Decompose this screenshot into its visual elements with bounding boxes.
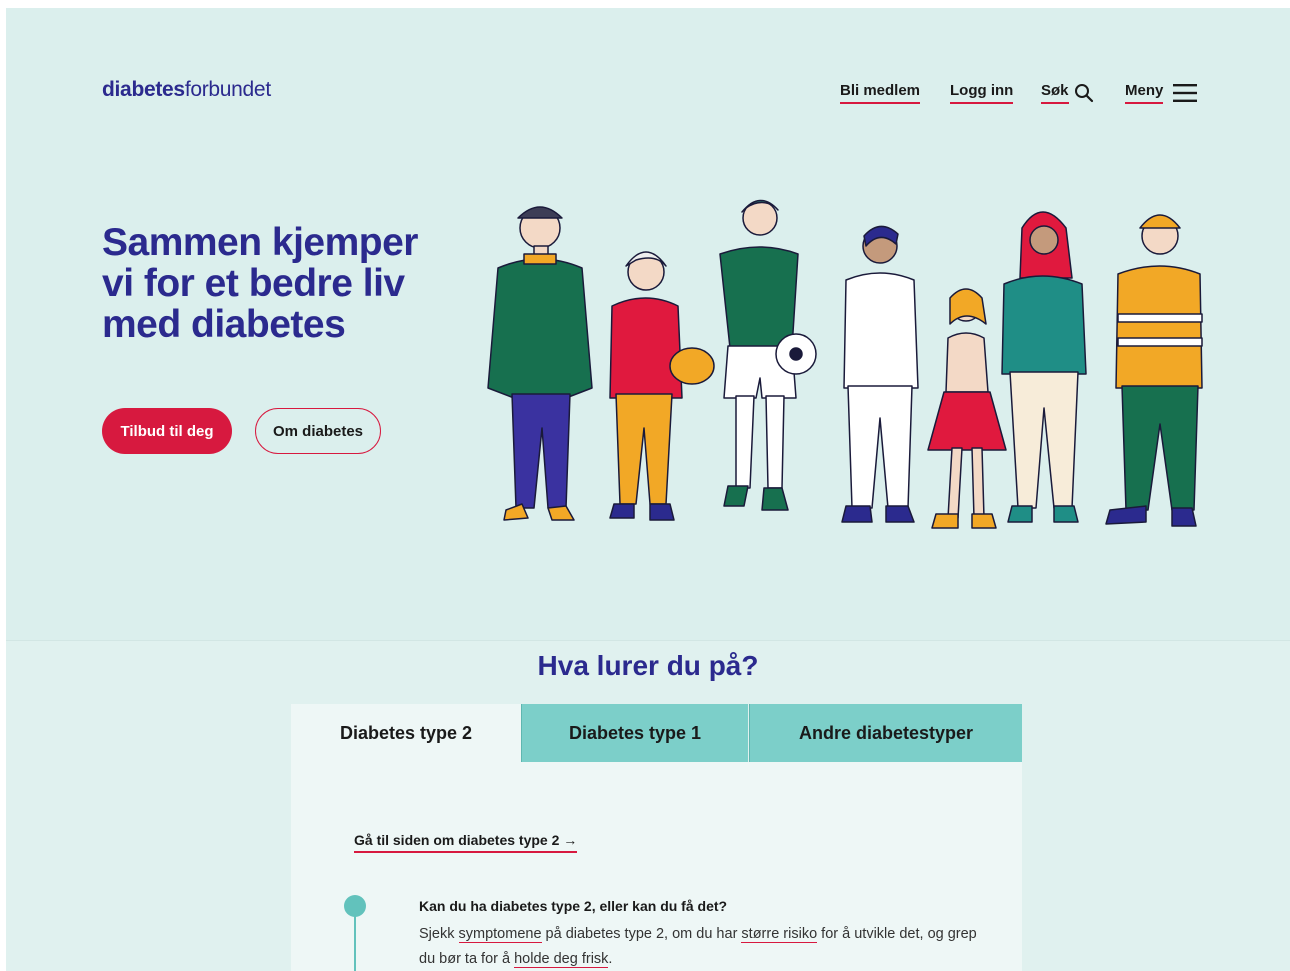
search-icon[interactable]: [1074, 83, 1094, 103]
section-title: Hva lurer du på?: [537, 650, 759, 681]
diabetes-type-tabs: Diabetes type 2 Diabetes type 1 Andre di…: [291, 704, 1022, 762]
about-diabetes-button[interactable]: Om diabetes: [255, 408, 381, 454]
search-link[interactable]: Søk: [1041, 82, 1069, 104]
person-young-man: [669, 199, 817, 511]
offers-button[interactable]: Tilbud til deg: [102, 408, 232, 454]
tab-diabetes-type-2[interactable]: Diabetes type 2: [291, 704, 521, 762]
body-text-4: .: [608, 951, 613, 967]
hero-title: Sammen kjemper vi for et bedre liv med d…: [102, 221, 419, 346]
login-link[interactable]: Logg inn: [950, 82, 1014, 104]
people-illustration: [487, 199, 1203, 529]
tab-diabetes-type-1[interactable]: Diabetes type 1: [521, 704, 748, 762]
person-woman-hijab: [1001, 211, 1087, 523]
menu-link[interactable]: Meny: [1125, 82, 1164, 104]
person-older-woman: [609, 251, 683, 521]
timeline-line: [354, 915, 356, 971]
tab-other-diabetes-types[interactable]: Andre diabetestyper: [749, 704, 1022, 762]
timeline-dot: [344, 895, 366, 917]
symptoms-link[interactable]: symptomene: [458, 926, 542, 943]
higher-risk-link[interactable]: større risiko: [741, 926, 818, 943]
top-nav: Bli medlem Logg inn Søk Meny: [6, 82, 1290, 112]
person-construction-worker: [1105, 214, 1203, 527]
tab-panel: Gå til siden om diabetes type 2 → Kan du…: [291, 762, 1022, 971]
question-title: Kan du ha diabetes type 2, eller kan du …: [419, 898, 728, 914]
goto-type-2-link[interactable]: Gå til siden om diabetes type 2 →: [354, 832, 578, 853]
stay-healthy-link[interactable]: holde deg frisk: [514, 951, 609, 968]
body-text-1: Sjekk: [419, 926, 459, 942]
hamburger-icon[interactable]: [1173, 84, 1197, 102]
person-girl: [927, 288, 1007, 529]
person-nurse: [841, 225, 919, 523]
person-man-green-sweater: [487, 206, 593, 521]
question-body: Sjekk symptomene på diabetes type 2, om …: [419, 922, 979, 971]
body-text-2: på diabetes type 2, om du har: [541, 926, 742, 942]
join-link[interactable]: Bli medlem: [840, 82, 921, 104]
page: diabetesforbundet Bli medlem Logg inn Sø…: [6, 8, 1290, 971]
